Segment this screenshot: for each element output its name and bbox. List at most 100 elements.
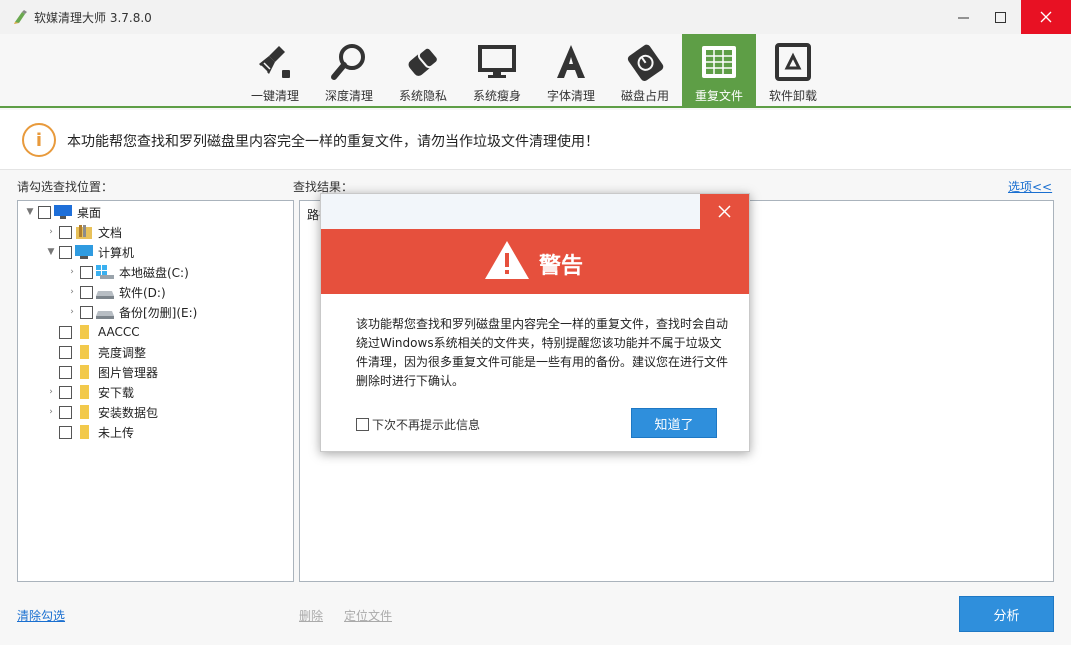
tool-uninstall[interactable]: 软件卸载 [756,34,830,106]
checkbox[interactable] [80,285,93,299]
ok-button[interactable]: 知道了 [631,408,717,438]
tool-label: 系统瘦身 [472,89,521,103]
tree-item-label: 亮度调整 [98,345,147,360]
clear-selection-link[interactable]: 清除勾选 [17,607,65,624]
chevron-right-icon[interactable]: › [45,387,57,397]
minimize-icon [957,17,969,18]
dialog-title: 警告 [539,254,584,279]
analyze-button[interactable]: 分析 [959,596,1054,632]
tree-item-install-package[interactable]: › 安装数据包 [45,402,158,422]
chevron-right-icon[interactable]: › [66,267,78,277]
tool-one-click-clean[interactable]: 一键清理 [238,34,312,106]
tree-item-drive-e[interactable]: › 备份[勿删](E:) [66,302,197,322]
tree-item-computer[interactable]: ▼ 计算机 [45,242,134,262]
tree-item-documents[interactable]: › 文档 [45,222,122,242]
checkbox[interactable] [59,425,72,439]
tool-label: 系统隐私 [398,89,447,103]
checkbox[interactable] [80,305,93,319]
drive-icon [96,284,114,300]
recycle-icon [771,40,815,84]
dialog-banner: 警告 [321,229,749,294]
tree-item-brightness[interactable]: 亮度调整 [45,342,146,362]
tool-system-privacy[interactable]: 系统隐私 [386,34,460,106]
window-title: 软媒清理大师 3.7.8.0 [34,11,152,25]
tool-deep-clean[interactable]: 深度清理 [312,34,386,106]
checkbox[interactable] [59,385,72,399]
chevron-right-icon[interactable]: › [66,287,78,297]
tool-label: 软件卸载 [768,89,817,103]
info-icon: i [22,123,56,157]
tree-item-not-uploaded[interactable]: 未上传 [45,422,134,442]
tree-item-aaccc[interactable]: AACCC [45,322,140,342]
close-icon [718,205,731,218]
checkbox[interactable] [38,205,51,219]
disk-usage-icon [623,40,667,84]
broom-icon [253,40,297,84]
tree-item-label: 备份[勿删](E:) [119,305,198,320]
close-icon [1040,11,1052,23]
checkbox[interactable] [59,225,72,239]
magnifier-icon [327,40,371,84]
tool-label: 一键清理 [250,89,299,103]
tree-item-image-manager[interactable]: 图片管理器 [45,362,158,382]
checkbox[interactable] [59,245,72,259]
tree-item-label: 桌面 [77,205,102,220]
maximize-button[interactable] [977,0,1023,34]
search-location-label: 请勾选查找位置： [17,180,114,194]
drive-icon [96,304,114,320]
tree-item-label: 安装数据包 [98,405,159,420]
close-button[interactable] [1021,0,1071,34]
desktop-icon [54,204,72,220]
checkbox[interactable] [59,365,72,379]
warning-dialog: 警告 该功能帮您查找和罗列磁盘里内容完全一样的重复文件，查找时会自动绕过Wind… [320,193,750,452]
chevron-down-icon[interactable]: ▼ [24,207,36,217]
dont-show-again-label: 下次不再提示此信息 [372,418,481,432]
dialog-close-button[interactable] [700,194,749,229]
tool-duplicate-files[interactable]: 重复文件 [682,34,756,106]
tool-system-slim[interactable]: 系统瘦身 [460,34,534,106]
font-icon [549,40,593,84]
dont-show-again-checkbox[interactable] [356,418,369,431]
tree-item-label: 图片管理器 [98,365,159,380]
eraser-icon [401,40,445,84]
chevron-down-icon[interactable]: ▼ [45,247,57,257]
folder-icon [75,404,93,420]
tree-item-drive-c[interactable]: › 本地磁盘(C:) [66,262,189,282]
delete-link[interactable]: 删除 [299,607,323,624]
duplicate-files-icon [697,40,741,84]
tool-disk-usage[interactable]: 磁盘占用 [608,34,682,106]
tool-label: 磁盘占用 [620,89,669,103]
dialog-title-bar [321,194,749,229]
notice-text: 本功能帮您查找和罗列磁盘里内容完全一样的重复文件，请勿当作垃圾文件清理使用！ [67,134,599,150]
tree-item-desktop[interactable]: ▼ 桌面 [24,202,101,222]
tree-item-drive-d[interactable]: › 软件(D:) [66,282,166,302]
tool-label: 重复文件 [694,89,743,103]
checkbox[interactable] [59,405,72,419]
notice-bar: i 本功能帮您查找和罗列磁盘里内容完全一样的重复文件，请勿当作垃圾文件清理使用！ [0,110,1071,170]
chevron-right-icon[interactable]: › [66,307,78,317]
folder-icon [75,344,93,360]
chevron-right-icon[interactable]: › [45,407,57,417]
checkbox[interactable] [59,325,72,339]
tree-item-label: 安下载 [98,385,135,400]
tree-item-anxz[interactable]: › 安下载 [45,382,134,402]
dont-show-again-option[interactable]: 下次不再提示此信息 [356,416,480,433]
locate-file-link[interactable]: 定位文件 [344,607,392,624]
folder-icon [75,324,93,340]
tool-label: 深度清理 [324,89,373,103]
tree-item-label: 文档 [98,225,123,240]
tree-item-label: 计算机 [98,245,135,260]
warning-icon [485,241,529,279]
main-toolbar: 一键清理 深度清理 系统隐私 系统瘦身 字体清理 磁盘占用 重复文件 软件卸载 [0,34,1071,108]
app-logo-icon [14,10,27,24]
checkbox[interactable] [80,265,93,279]
tool-label: 字体清理 [546,89,595,103]
options-link[interactable]: 选项<< [1008,178,1052,195]
location-tree-panel: ▼ 桌面 › 文档 ▼ 计算机 › 本地磁盘(C:) › 软件(D:) › 备份… [17,200,294,582]
computer-icon [75,244,93,260]
chevron-right-icon[interactable]: › [45,227,57,237]
checkbox[interactable] [59,345,72,359]
maximize-icon [994,11,1006,23]
tree-item-label: 软件(D:) [119,285,166,300]
tool-font-clean[interactable]: 字体清理 [534,34,608,106]
